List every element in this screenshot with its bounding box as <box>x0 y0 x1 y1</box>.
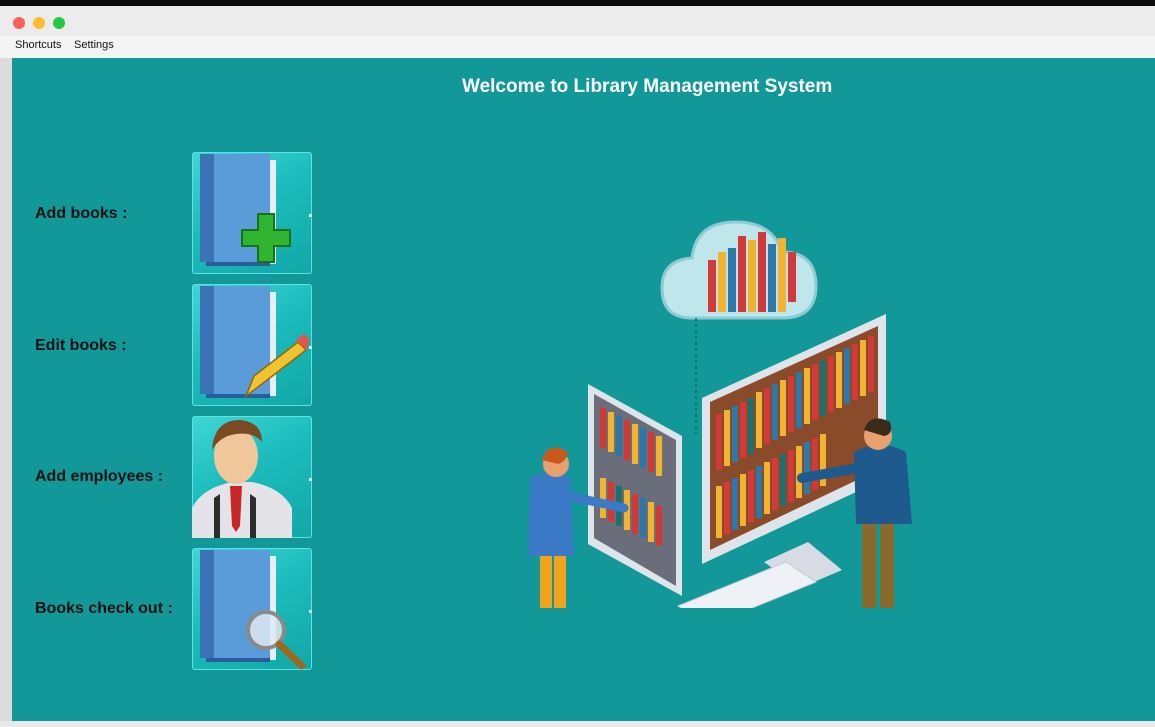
edit-books-button[interactable] <box>192 284 312 406</box>
zoom-window-button[interactable] <box>53 17 65 29</box>
tablet-icon <box>588 384 682 596</box>
add-employees-label: Add employees : <box>35 468 164 485</box>
edit-books-label: Edit books : <box>35 337 127 354</box>
add-books-label: Add books : <box>35 205 128 222</box>
menu-bar: Shortcuts Settings <box>0 36 1155 59</box>
close-window-button[interactable] <box>13 17 25 29</box>
menu-shortcuts[interactable]: Shortcuts <box>15 39 61 51</box>
separator-dot <box>309 610 312 613</box>
window-left-border <box>0 58 12 721</box>
add-books-button[interactable] <box>192 152 312 274</box>
employee-icon <box>192 420 292 538</box>
book-edit-icon <box>200 286 310 399</box>
library-illustration <box>528 220 912 608</box>
main-panel: Welcome to Library Management System Add… <box>12 58 1155 721</box>
books-checkout-button[interactable] <box>192 548 312 670</box>
add-employees-button[interactable] <box>192 416 312 538</box>
keyboard-icon <box>676 561 818 608</box>
title-bar <box>0 6 1155 36</box>
book-search-icon <box>200 550 306 670</box>
welcome-title: Welcome to Library Management System <box>462 76 833 97</box>
separator-dot <box>309 478 312 481</box>
separator-dot <box>309 214 312 217</box>
menu-settings[interactable]: Settings <box>74 39 114 51</box>
book-add-icon <box>200 154 291 266</box>
separator-dot <box>309 346 312 349</box>
minimize-window-button[interactable] <box>33 17 45 29</box>
books-checkout-label: Books check out : <box>35 600 173 617</box>
